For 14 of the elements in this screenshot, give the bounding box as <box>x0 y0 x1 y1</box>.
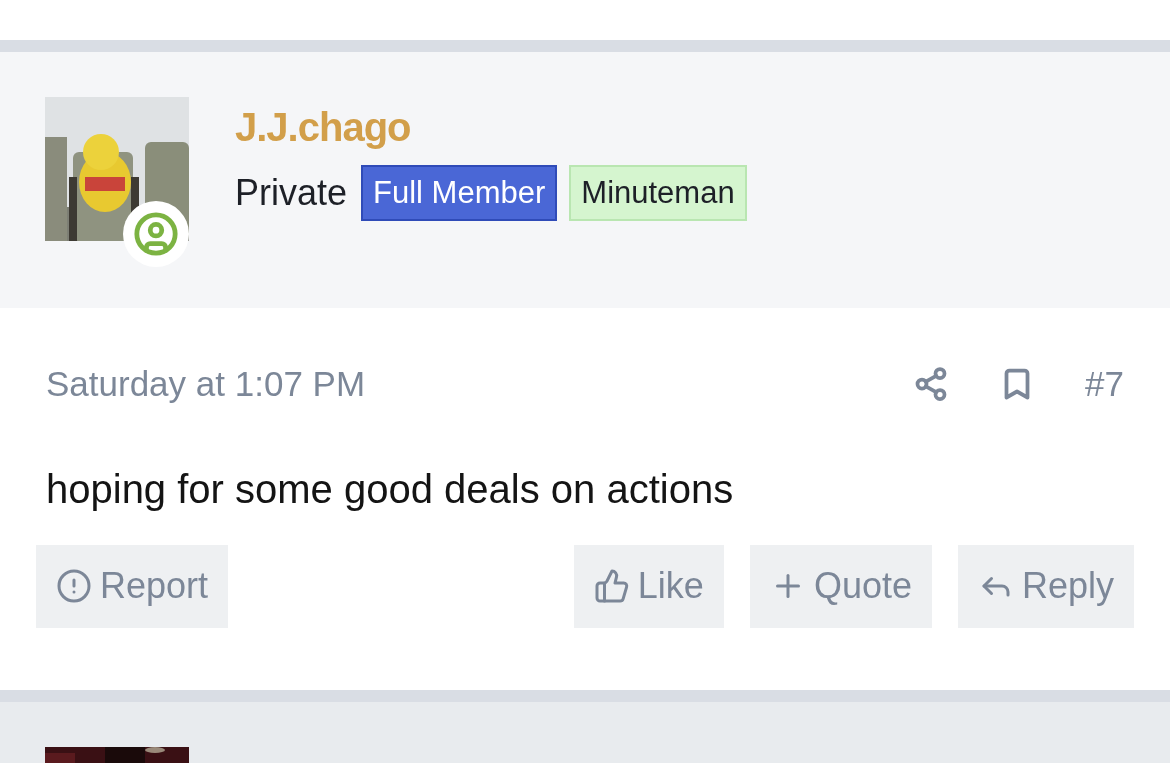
quote-button[interactable]: Quote <box>749 544 932 628</box>
post-date: Saturday at 1:07 PM <box>46 363 366 405</box>
post-number-link[interactable]: #7 <box>1085 358 1124 411</box>
post-body: hoping for some good deals on actions <box>45 465 735 513</box>
username-link[interactable]: J.J.chago <box>235 97 747 157</box>
reply-button[interactable]: Reply <box>957 544 1134 628</box>
user-banner: Minuteman <box>569 165 747 221</box>
user-icon <box>133 211 179 257</box>
report-button[interactable]: Report <box>36 544 229 628</box>
thumbs-up-icon <box>593 568 630 604</box>
user-rank: Private <box>235 171 348 215</box>
alert-icon <box>56 568 92 604</box>
like-button[interactable]: Like <box>573 544 724 628</box>
user-banner: Full Member <box>361 165 558 221</box>
